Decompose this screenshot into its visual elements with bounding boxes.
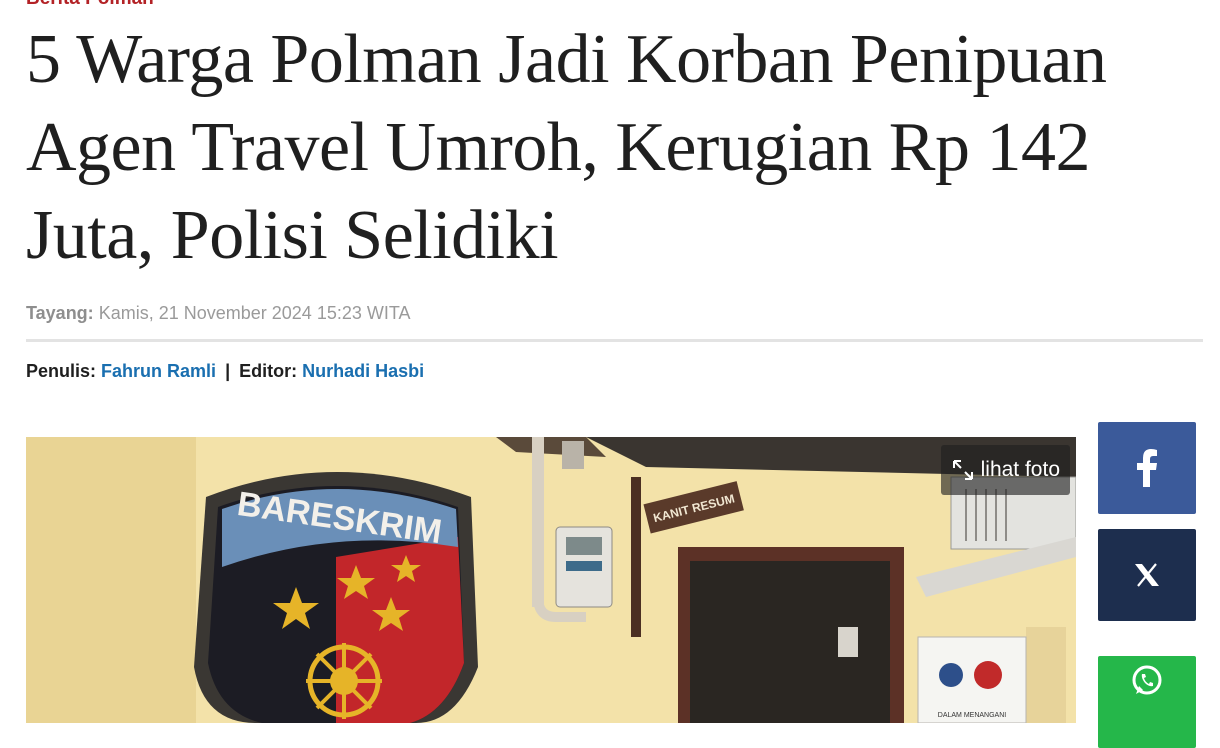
divider bbox=[26, 339, 1203, 342]
credits-separator: | bbox=[225, 361, 231, 381]
article-credits: Penulis: Fahrun Ramli | Editor: Nurhadi … bbox=[26, 360, 424, 382]
whatsapp-icon bbox=[1130, 664, 1164, 698]
article-headline: 5 Warga Polman Jadi Korban Penipuan Agen… bbox=[26, 21, 1107, 274]
facebook-icon bbox=[1135, 449, 1159, 487]
view-photo-button[interactable]: lihat foto bbox=[940, 445, 1070, 495]
x-icon bbox=[1134, 563, 1160, 587]
author-link[interactable]: Fahrun Ramli bbox=[101, 361, 216, 381]
editor-label: Editor: bbox=[239, 361, 298, 381]
poster-text: DALAM MENANGANI bbox=[938, 712, 1007, 719]
editor-link[interactable]: Nurhadi Hasbi bbox=[302, 361, 424, 381]
view-photo-label: lihat foto bbox=[980, 458, 1060, 481]
article-photo[interactable]: KANIT RESUM DALAM MENANGANI BARESKRIM li… bbox=[26, 437, 1076, 723]
share-x-button[interactable] bbox=[1098, 529, 1196, 621]
publish-label: Tayang: bbox=[26, 303, 94, 323]
photo-illustration: KANIT RESUM DALAM MENANGANI BARESKRIM bbox=[26, 437, 1076, 723]
share-facebook-button[interactable] bbox=[1098, 422, 1196, 514]
publish-info: Tayang: Kamis, 21 November 2024 15:23 WI… bbox=[26, 302, 411, 324]
share-whatsapp-button[interactable] bbox=[1098, 656, 1196, 748]
publish-date: Kamis, 21 November 2024 15:23 WITA bbox=[98, 303, 411, 323]
category-link[interactable]: Berita Polman bbox=[26, 0, 154, 10]
author-label: Penulis: bbox=[26, 361, 97, 381]
expand-icon bbox=[951, 458, 975, 482]
